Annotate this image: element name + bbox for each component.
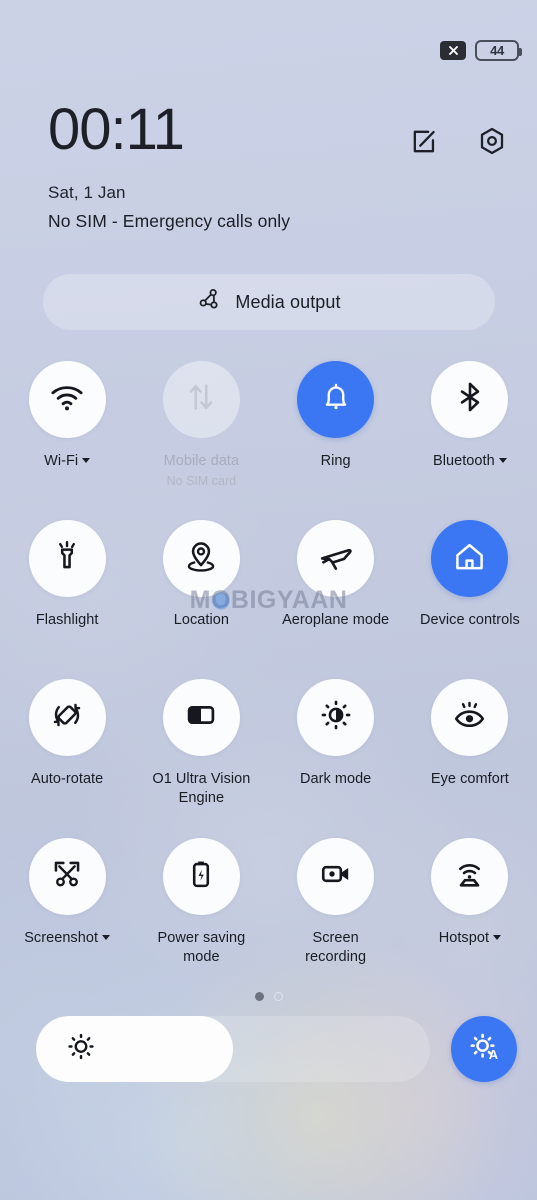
- brightness-slider[interactable]: [36, 1016, 430, 1082]
- tile-label: Mobile data: [163, 453, 240, 469]
- auto-brightness-button[interactable]: A: [451, 1016, 517, 1082]
- tile-auto-rotate[interactable]: Auto-rotate: [0, 679, 134, 838]
- tile-icon-circle: [28, 361, 106, 438]
- tile-label: Wi-Fi: [44, 452, 91, 471]
- tile-icon-circle: [297, 679, 375, 756]
- tile-icon-circle: [162, 520, 240, 597]
- tile-icon-circle: [28, 838, 106, 915]
- date-text: Sat, 1 Jan: [48, 183, 126, 202]
- screenshot-scissors-icon: [50, 857, 84, 896]
- no-signal-x-icon: [440, 40, 466, 60]
- tile-label: Screenshot: [24, 929, 111, 948]
- brightness-sun-icon: [66, 1032, 96, 1067]
- tile-label: Device controls: [419, 612, 520, 628]
- tile-row: Auto-rotate O1 Ultra Vision Engine Dark …: [0, 679, 537, 838]
- tile-location[interactable]: Location: [134, 520, 268, 679]
- tile-icon-circle: [431, 838, 509, 915]
- status-bar: 44: [0, 0, 537, 100]
- eye-comfort-icon: [452, 698, 487, 738]
- tile-label: Aeroplane mode: [282, 612, 390, 628]
- tile-label: Location: [173, 612, 229, 628]
- tile-screen-recording[interactable]: Screen recording: [269, 838, 403, 997]
- tile-label: O1 Ultra Vision Engine: [152, 771, 251, 806]
- tile-icon-circle: [28, 679, 106, 756]
- tile-device-controls[interactable]: Device controls: [403, 520, 537, 679]
- tile-icon-circle: [431, 520, 509, 597]
- pager-dot-1[interactable]: [254, 992, 264, 1001]
- chevron-down-icon[interactable]: [102, 935, 111, 940]
- tile-icon-circle: [297, 838, 375, 915]
- tile-dark-mode[interactable]: Dark mode: [269, 679, 403, 838]
- svg-text:A: A: [488, 1047, 497, 1062]
- tile-icon-circle: [431, 361, 509, 438]
- tile-icon-circle: [28, 520, 106, 597]
- tile-aeroplane-mode[interactable]: Aeroplane mode: [269, 520, 403, 679]
- aeroplane-icon: [318, 538, 354, 579]
- panel-header: 00:11 Sat, 1 Jan No SIM - Emergency call…: [0, 99, 537, 232]
- edit-pencil-square-icon[interactable]: [410, 127, 439, 161]
- tile-o1-ultra-vision-engine[interactable]: O1 Ultra Vision Engine: [134, 679, 268, 838]
- tile-wifi[interactable]: Wi-Fi: [0, 361, 134, 520]
- wifi-icon: [49, 379, 85, 420]
- tile-flashlight[interactable]: Flashlight: [0, 520, 134, 679]
- tile-hotspot[interactable]: Hotspot: [403, 838, 537, 997]
- tile-mobile-data[interactable]: Mobile data No SIM card: [134, 361, 268, 520]
- pager-dot-2[interactable]: [273, 992, 283, 1001]
- chevron-down-icon[interactable]: [498, 458, 507, 463]
- bell-ring-icon: [319, 380, 353, 419]
- tile-label: Screen recording: [305, 930, 367, 965]
- chevron-down-icon[interactable]: [82, 458, 91, 463]
- hotspot-router-icon: [452, 857, 487, 897]
- tile-icon-circle: [297, 361, 375, 438]
- battery-icon: 44: [475, 39, 522, 61]
- battery-level-text: 44: [490, 42, 504, 58]
- tile-screenshot[interactable]: Screenshot: [0, 838, 134, 997]
- tile-icon-circle: [431, 679, 509, 756]
- tile-bluetooth[interactable]: Bluetooth: [403, 361, 537, 520]
- tile-label: Bluetooth: [433, 452, 507, 471]
- quick-settings-grid: Wi-Fi Mobile data No SIM card Ring Bluet…: [0, 361, 537, 997]
- tile-icon-circle: [162, 361, 240, 438]
- tile-row: Flashlight Location Aeroplane mode Devic…: [0, 520, 537, 679]
- hexagon-settings-icon[interactable]: [477, 126, 507, 161]
- location-pin-icon: [184, 539, 218, 578]
- tile-icon-circle: [162, 679, 240, 756]
- tile-label: Flashlight: [35, 612, 99, 628]
- clock-time: 00:11: [48, 97, 185, 162]
- mobile-data-arrows-icon: [184, 380, 218, 419]
- tile-row: Screenshot Power saving mode Screen reco…: [0, 838, 537, 997]
- bluetooth-icon: [453, 380, 487, 419]
- tile-label: Dark mode: [299, 771, 372, 787]
- tile-label: Auto-rotate: [30, 771, 104, 787]
- tile-icon-circle: [162, 838, 240, 915]
- dark-mode-sun-icon: [319, 698, 353, 737]
- media-cast-share-icon: [197, 287, 222, 317]
- tile-row: Wi-Fi Mobile data No SIM card Ring Bluet…: [0, 361, 537, 520]
- tile-label: Hotspot: [439, 929, 502, 948]
- chevron-down-icon[interactable]: [493, 935, 502, 940]
- brightness-row: A: [36, 1014, 517, 1084]
- tile-label: Eye comfort: [430, 771, 509, 787]
- tile-eye-comfort[interactable]: Eye comfort: [403, 679, 537, 838]
- tile-icon-circle: [297, 520, 375, 597]
- media-output-button[interactable]: Media output: [43, 274, 495, 330]
- split-screen-contrast-icon: [184, 698, 218, 737]
- tile-ring[interactable]: Ring: [269, 361, 403, 520]
- media-output-label: Media output: [235, 291, 341, 312]
- pager-dots: [0, 992, 537, 1001]
- auto-rotate-icon: [50, 698, 84, 737]
- home-house-icon: [452, 539, 487, 579]
- tile-label: Power saving mode: [157, 930, 246, 965]
- flashlight-icon: [50, 539, 84, 578]
- tile-sublabel: No SIM card: [166, 473, 237, 488]
- tile-label: Ring: [320, 453, 351, 469]
- auto-brightness-sun-a-icon: A: [468, 1030, 501, 1068]
- tile-power-saving-mode[interactable]: Power saving mode: [134, 838, 268, 997]
- battery-bolt-icon: [184, 857, 218, 896]
- video-record-icon: [319, 857, 353, 896]
- sim-status-text: No SIM - Emergency calls only: [48, 211, 291, 231]
